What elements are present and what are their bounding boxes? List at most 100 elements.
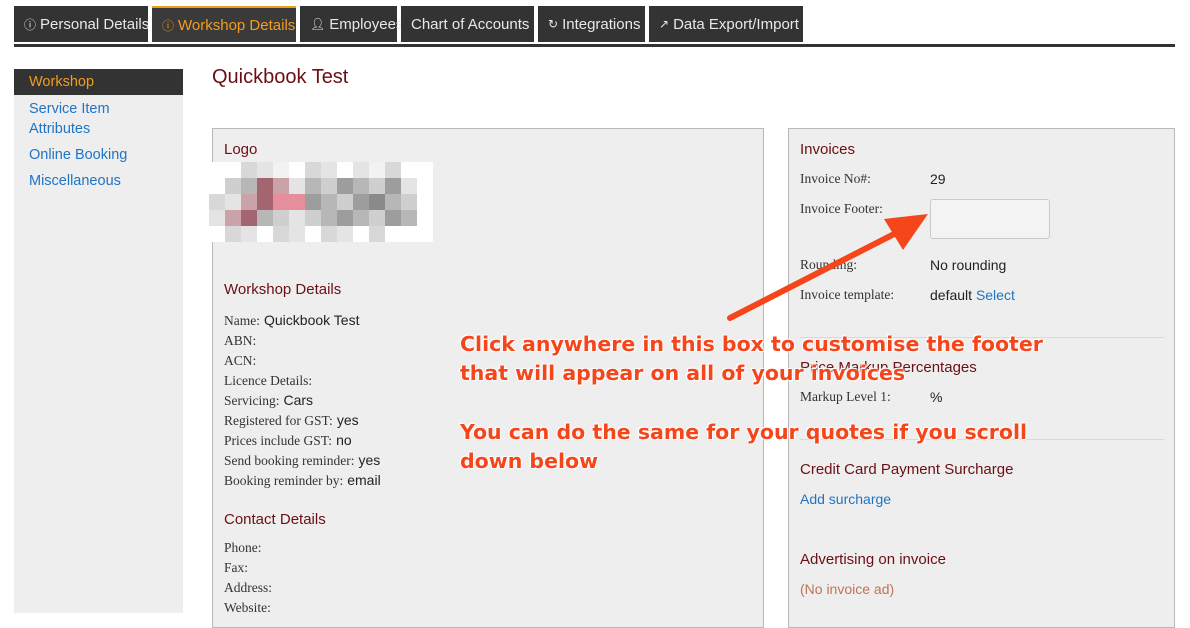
logo-pixel xyxy=(385,194,401,210)
sidebar-item-miscellaneous[interactable]: Miscellaneous xyxy=(14,171,183,191)
invoice-footer-field[interactable] xyxy=(930,199,1050,239)
contact-details-heading: Contact Details xyxy=(224,511,326,528)
logo-image[interactable] xyxy=(209,160,433,244)
logo-pixel xyxy=(369,178,385,194)
logo-pixel xyxy=(209,178,225,194)
select-template-link[interactable]: Select xyxy=(976,287,1015,303)
logo-pixel xyxy=(305,162,321,178)
detail-label: Name: xyxy=(224,313,260,328)
logo-pixel xyxy=(305,210,321,226)
logo-pixel xyxy=(241,162,257,178)
logo-pixel xyxy=(209,210,225,226)
annotation-callout: Click anywhere in this box to customise … xyxy=(460,330,1060,476)
logo-pixel xyxy=(401,210,417,226)
detail-value: email xyxy=(347,472,381,488)
tab-integrations[interactable]: ↻ Integrations xyxy=(538,6,645,42)
phone-label: Phone: xyxy=(224,540,262,555)
website-label: Website: xyxy=(224,600,271,615)
detail-label: ABN: xyxy=(224,333,257,348)
info-icon: ⓘ xyxy=(24,17,37,32)
logo-pixel xyxy=(369,210,385,226)
detail-label: Licence Details: xyxy=(224,373,313,388)
invoice-no-label: Invoice No#: xyxy=(800,171,871,186)
logo-pixel xyxy=(385,210,401,226)
logo-pixel xyxy=(353,194,369,210)
logo-pixel xyxy=(273,226,289,242)
tab-chart-of-accounts[interactable]: Chart of Accounts xyxy=(401,6,534,42)
logo-pixel xyxy=(401,194,417,210)
logo-pixel xyxy=(337,178,353,194)
logo-pixel xyxy=(225,162,241,178)
logo-pixel xyxy=(305,178,321,194)
logo-pixel xyxy=(369,194,385,210)
workshop-detail-row: ABN: xyxy=(224,330,260,351)
logo-pixel xyxy=(257,162,273,178)
invoice-no-value: 29 xyxy=(930,171,946,187)
workshop-detail-row: ACN: xyxy=(224,350,260,371)
logo-pixel xyxy=(241,210,257,226)
tab-employees[interactable]: 👤︎ Employees xyxy=(300,6,403,42)
workshop-detail-row: Licence Details: xyxy=(224,370,316,391)
logo-pixel xyxy=(353,210,369,226)
invoices-heading: Invoices xyxy=(800,141,856,158)
tab-data-export-import[interactable]: ↗ Data Export/Import xyxy=(649,6,803,42)
logo-pixel xyxy=(273,178,289,194)
tab-label: Workshop Details xyxy=(178,16,296,34)
logo-pixel xyxy=(289,210,305,226)
logo-pixel xyxy=(417,226,433,242)
tab-divider xyxy=(14,44,1175,47)
detail-label: Send booking reminder: xyxy=(224,453,355,468)
logo-pixel xyxy=(337,226,353,242)
tab-workshop-details[interactable]: ⓘ Workshop Details xyxy=(152,6,296,42)
logo-pixel xyxy=(321,162,337,178)
logo-pixel xyxy=(289,226,305,242)
logo-pixel xyxy=(321,210,337,226)
sidebar-item-online-booking[interactable]: Online Booking xyxy=(14,145,183,165)
detail-label: Servicing: xyxy=(224,393,280,408)
tab-personal-details[interactable]: ⓘ Personal Details xyxy=(14,6,149,42)
logo-pixel xyxy=(273,210,289,226)
template-name: default xyxy=(930,287,973,303)
external-link-icon: ↗ xyxy=(659,17,670,31)
logo-pixel xyxy=(321,178,337,194)
invoice-ad-link[interactable]: (No invoice ad) xyxy=(800,581,894,597)
sidebar-item-service-item-attributes[interactable]: Service Item Attributes xyxy=(14,99,134,139)
annotation-line: You can do the same for your quotes if y… xyxy=(460,420,1028,444)
workshop-detail-row: Booking reminder by: email xyxy=(224,470,381,491)
logo-pixel xyxy=(369,162,385,178)
logo-pixel xyxy=(257,226,273,242)
logo-pixel xyxy=(417,162,433,178)
sidebar: Workshop Service Item Attributes Online … xyxy=(14,69,183,613)
logo-pixel xyxy=(353,178,369,194)
logo-pixel xyxy=(401,226,417,242)
logo-pixel xyxy=(321,226,337,242)
logo-pixel xyxy=(225,178,241,194)
detail-label: Booking reminder by: xyxy=(224,473,344,488)
logo-pixel xyxy=(417,194,433,210)
page-title: Quickbook Test xyxy=(212,66,349,88)
user-icon: 👤︎ xyxy=(310,17,326,31)
address-label: Address: xyxy=(224,580,272,595)
detail-label: ACN: xyxy=(224,353,257,368)
logo-pixel xyxy=(353,162,369,178)
logo-pixel xyxy=(257,178,273,194)
logo-pixel xyxy=(337,194,353,210)
logo-pixel xyxy=(289,194,305,210)
logo-pixel xyxy=(337,210,353,226)
logo-pixel xyxy=(385,226,401,242)
detail-label: Prices include GST: xyxy=(224,433,333,448)
tab-label: Data Export/Import xyxy=(673,15,799,33)
logo-pixel xyxy=(241,178,257,194)
tab-label: Integrations xyxy=(562,15,641,33)
add-surcharge-link[interactable]: Add surcharge xyxy=(800,491,891,507)
logo-pixel xyxy=(369,226,385,242)
sidebar-item-workshop[interactable]: Workshop xyxy=(14,69,183,95)
invoice-footer-label: Invoice Footer: xyxy=(800,201,883,216)
detail-value: no xyxy=(336,432,352,448)
workshop-details-heading: Workshop Details xyxy=(224,281,342,298)
logo-pixel xyxy=(321,194,337,210)
logo-pixel xyxy=(401,178,417,194)
workshop-detail-row: Name: Quickbook Test xyxy=(224,310,359,331)
logo-pixel xyxy=(225,194,241,210)
fax-label: Fax: xyxy=(224,560,249,575)
